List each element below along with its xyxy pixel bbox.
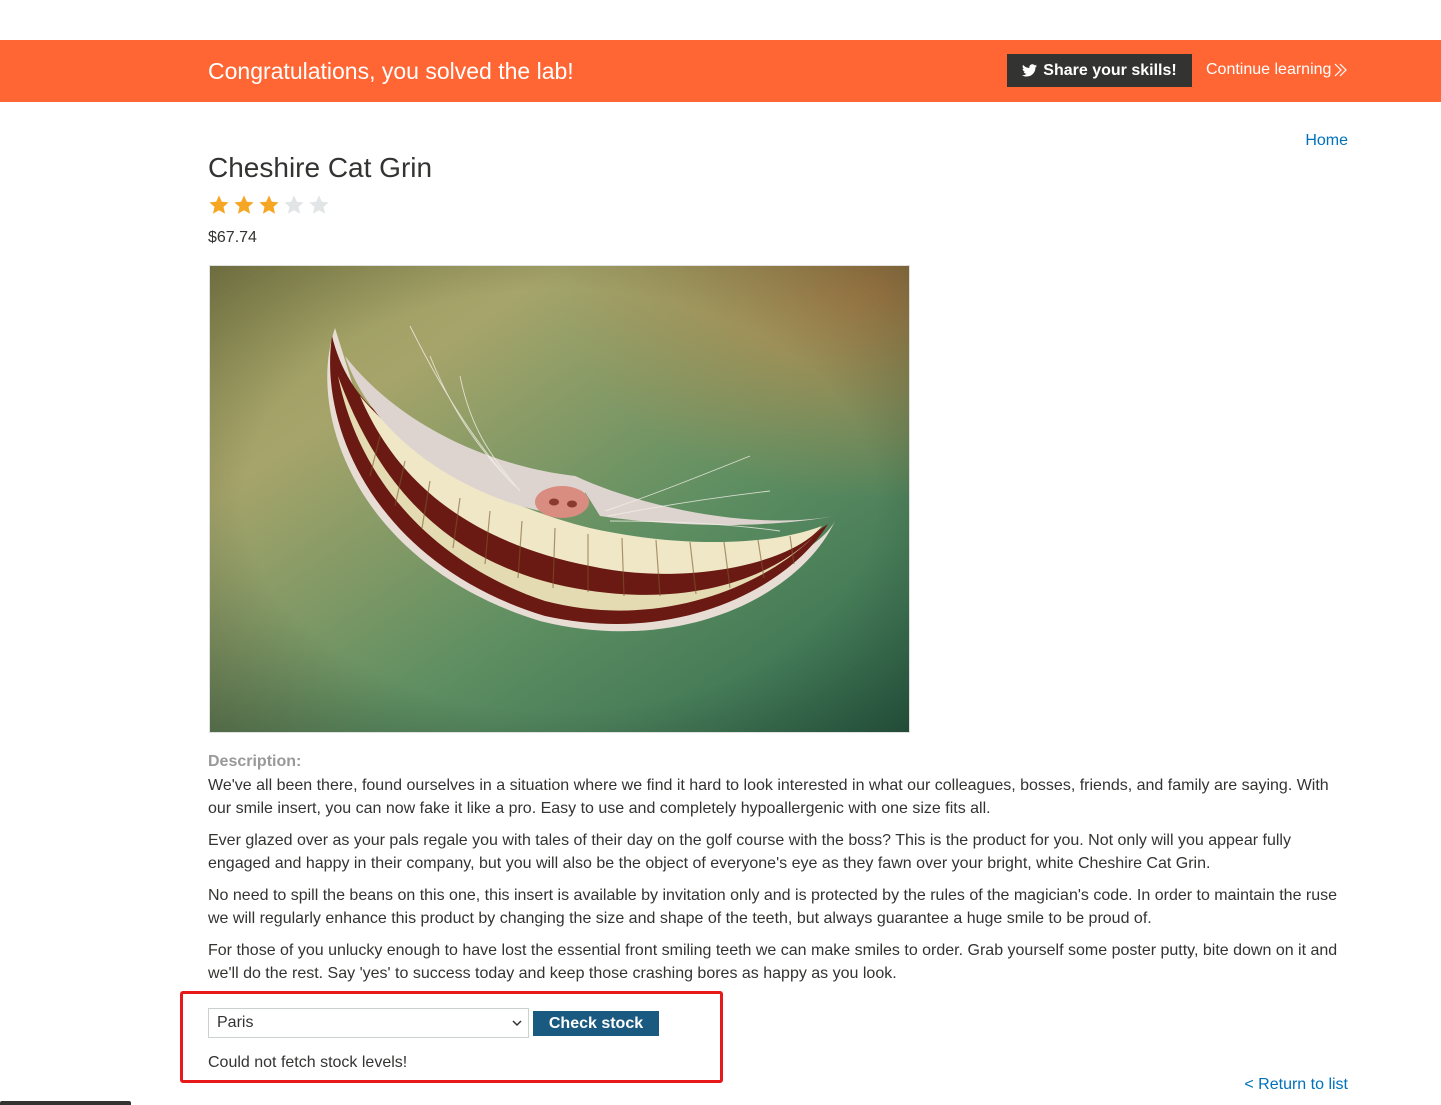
continue-learning-label: Continue learning <box>1206 61 1332 78</box>
continue-learning-link[interactable]: Continue learning <box>1206 60 1348 80</box>
description-paragraph: We've all been there, found ourselves in… <box>208 777 1329 817</box>
store-select[interactable]: Paris <box>208 1008 529 1038</box>
check-stock-button[interactable]: Check stock <box>533 1011 659 1036</box>
chevron-down-icon <box>512 1020 522 1027</box>
star-filled-icon <box>259 195 279 214</box>
star-filled-icon <box>234 195 254 214</box>
product-price: $67.74 <box>208 229 257 246</box>
description-paragraph: For those of you unlucky enough to have … <box>208 942 1338 982</box>
description-paragraph: No need to spill the beans on this one, … <box>208 887 1338 927</box>
return-to-list-link[interactable]: < Return to list <box>1244 1076 1348 1094</box>
double-chevron-right-icon <box>1334 63 1348 77</box>
share-skills-button[interactable]: Share your skills! <box>1007 54 1192 87</box>
star-rating <box>208 194 330 216</box>
bottom-toolbar-edge <box>0 1101 131 1105</box>
banner-title: Congratulations, you solved the lab! <box>208 58 574 84</box>
twitter-icon <box>1022 64 1038 77</box>
star-filled-icon <box>209 195 229 214</box>
share-skills-label: Share your skills! <box>1043 61 1177 79</box>
star-empty-icon <box>309 195 329 214</box>
home-link[interactable]: Home <box>1305 132 1348 150</box>
store-select-value: Paris <box>217 1014 254 1031</box>
description-paragraph: Ever glazed over as your pals regale you… <box>208 832 1291 872</box>
product-image <box>209 265 910 733</box>
product-title: Cheshire Cat Grin <box>208 152 433 183</box>
star-empty-icon <box>284 195 304 214</box>
stock-status-message: Could not fetch stock levels! <box>208 1054 408 1071</box>
description-label: Description: <box>208 753 302 770</box>
